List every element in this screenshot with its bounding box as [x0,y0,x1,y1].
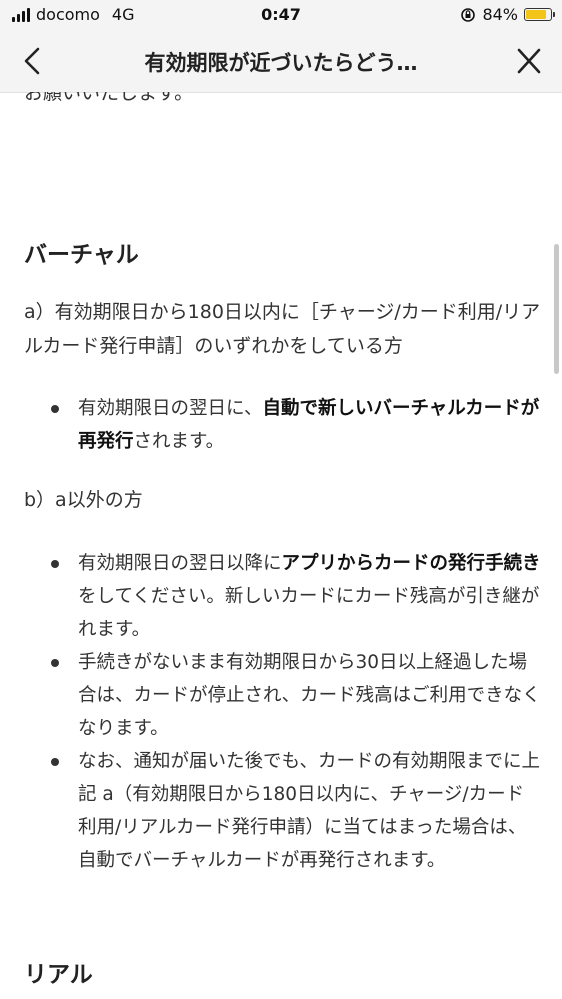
case-a-text: a）有効期限日から180日以内に［チャージ/カード利用/リアルカード発行申請］の… [24,301,541,357]
section-heading-virtual: バーチャル [24,242,139,268]
clipped-text: お願いいたします。 [24,92,194,104]
close-icon [517,48,541,74]
close-button[interactable] [514,45,544,77]
battery-icon [524,8,555,21]
bullet-dot [51,560,59,568]
case-a-bullets: 有効期限日の翌日に、自動で新しいバーチャルカードが再発行されます。 [0,392,562,458]
status-right: 84% [460,5,555,24]
list-item: 有効期限日の翌日に、自動で新しいバーチャルカードが再発行されます。 [0,392,562,458]
bullet-text: 手続きがないまま有効期限日から30日以上経過した場合は、カードが停止され、カード… [78,652,541,739]
bullet-text: 有効期限日の翌日以降に [78,553,282,574]
status-bar: docomo 4G 0:47 84% [0,0,562,30]
battery-fill [526,10,546,19]
list-item: 手続きがないまま有効期限日から30日以上経過した場合は、カードが停止され、カード… [0,646,562,745]
list-item: なお、通知が届いた後でも、カードの有効期限までに上記 a（有効期限日から180日… [0,745,562,877]
bullet-dot [51,758,59,766]
bullet-text: されます。 [133,431,225,452]
navigation-bar: 有効期限が近づいたらどう… [0,30,562,93]
case-b-text: b）a以外の方 [24,489,143,511]
section-heading-real: リアル [24,962,93,988]
bullet-text: をしてください。新しいカードにカード残高が引き継がれます。 [78,586,540,640]
orientation-lock-icon [461,7,476,22]
list-item: 有効期限日の翌日以降にアプリからカードの発行手続きをしてください。新しいカードに… [0,547,562,646]
case-b-bullets: 有効期限日の翌日以降にアプリからカードの発行手続きをしてください。新しいカードに… [0,547,562,877]
scrollbar[interactable] [554,244,559,374]
battery-percent: 84% [482,5,518,24]
bullet-dot [51,659,59,667]
bullet-bold-text: アプリからカードの発行手続き [281,553,541,574]
bullet-text: なお、通知が届いた後でも、カードの有効期限までに上記 a（有効期限日から180日… [78,751,540,871]
bullet-dot [51,405,59,413]
bullet-text: 有効期限日の翌日に、 [78,398,263,419]
page-title: 有効期限が近づいたらどう… [144,51,418,75]
article-content[interactable]: お願いいたします。 バーチャル a）有効期限日から180日以内に［チャージ/カー… [0,92,562,999]
